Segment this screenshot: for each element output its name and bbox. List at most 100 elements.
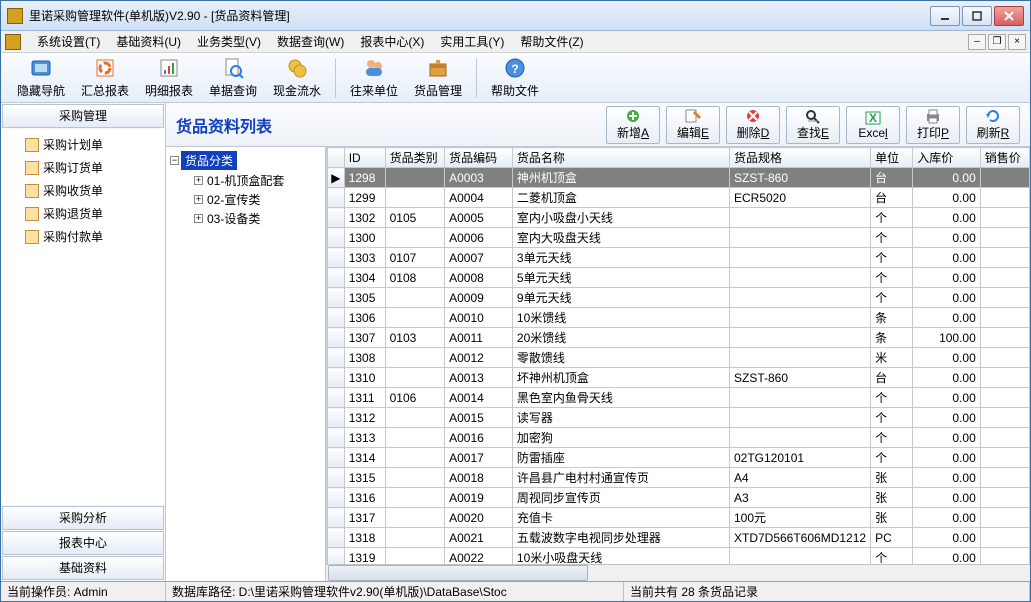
minimize-button[interactable] xyxy=(930,6,960,26)
bill-query-icon xyxy=(221,56,245,80)
find-button[interactable]: 查找E xyxy=(786,106,840,144)
tree-expand-icon[interactable]: + xyxy=(194,214,203,223)
toolbar-detail-report-button[interactable]: 明细报表 xyxy=(137,55,201,101)
document-icon xyxy=(25,207,39,221)
print-icon xyxy=(924,108,942,124)
refresh-icon xyxy=(984,108,1002,124)
column-header[interactable]: 货品编码 xyxy=(445,148,513,168)
column-header[interactable]: ID xyxy=(344,148,385,168)
toolbar-summary-report-button[interactable]: 汇总报表 xyxy=(73,55,137,101)
toolbar-contact-unit-button[interactable]: 往来单位 xyxy=(342,55,406,101)
status-operator: 当前操作员: Admin xyxy=(1,582,166,601)
table-row[interactable]: 1308A0012零散馈线米0.00 xyxy=(328,348,1030,368)
close-button[interactable] xyxy=(994,6,1024,26)
menu-3[interactable]: 数据查询(W) xyxy=(269,31,352,52)
table-row[interactable]: 1300A0006室内大吸盘天线个0.00 xyxy=(328,228,1030,248)
table-row[interactable]: 1312A0015读写器个0.00 xyxy=(328,408,1030,428)
menu-5[interactable]: 实用工具(Y) xyxy=(432,31,512,52)
document-icon xyxy=(25,230,39,244)
menu-6[interactable]: 帮助文件(Z) xyxy=(512,31,591,52)
product-manage-icon xyxy=(426,56,450,80)
edit-icon xyxy=(684,108,702,124)
tree-root[interactable]: 货品分类 xyxy=(181,151,237,170)
table-row[interactable]: 13030107A00073单元天线个0.00 xyxy=(328,248,1030,268)
sidebar-section-0[interactable]: 采购分析 xyxy=(2,506,164,530)
sidebar-section-purchase[interactable]: 采购管理 xyxy=(2,104,164,128)
column-header[interactable]: 入库价 xyxy=(913,148,981,168)
table-row[interactable]: 1316A0019周视同步宣传页A3张0.00 xyxy=(328,488,1030,508)
toolbar-hide-nav-button[interactable]: 隐藏导航 xyxy=(9,55,73,101)
column-header[interactable]: 销售价 xyxy=(980,148,1029,168)
column-header[interactable]: 单位 xyxy=(871,148,913,168)
table-row[interactable]: 1305A00099单元天线个0.00 xyxy=(328,288,1030,308)
mdi-minimize-button[interactable]: – xyxy=(968,34,986,50)
table-row[interactable]: 1314A0017防雷插座02TG120101个0.00 xyxy=(328,448,1030,468)
svg-text:X: X xyxy=(869,111,877,125)
table-row[interactable]: 13070103A001120米馈线条100.00 xyxy=(328,328,1030,348)
table-row[interactable]: 1319A002210米小吸盘天线个0.00 xyxy=(328,548,1030,565)
detail-report-icon xyxy=(157,56,181,80)
sidebar-section-2[interactable]: 基础资料 xyxy=(2,556,164,580)
window-title: 里诺采购管理软件(单机版)V2.90 - [货品资料管理] xyxy=(29,7,930,24)
menu-0[interactable]: 系统设置(T) xyxy=(29,31,108,52)
column-header[interactable]: 货品规格 xyxy=(729,148,870,168)
column-header[interactable]: 货品名称 xyxy=(512,148,729,168)
column-header[interactable]: 货品类别 xyxy=(385,148,444,168)
table-row[interactable]: 1318A0021五载波数字电视同步处理器XTD7D566T606MD1212P… xyxy=(328,528,1030,548)
action-toolbar: 新增A编辑E删除D查找EXExcel打印P刷新R xyxy=(606,106,1020,144)
tree-node-0[interactable]: +01-机顶盒配套 xyxy=(170,172,321,189)
table-row[interactable]: 1306A001010米馈线条0.00 xyxy=(328,308,1030,328)
refresh-button[interactable]: 刷新R xyxy=(966,106,1020,144)
edit-button[interactable]: 编辑E xyxy=(666,106,720,144)
data-grid[interactable]: ID货品类别货品编码货品名称货品规格单位入库价销售价▶1298A0003神州机顶… xyxy=(326,147,1030,564)
sidebar-item-2[interactable]: 采购收货单 xyxy=(1,179,165,202)
sidebar-list: 采购计划单采购订货单采购收货单采购退货单采购付款单 xyxy=(1,129,165,505)
main-window: 里诺采购管理软件(单机版)V2.90 - [货品资料管理] 系统设置(T)基础资… xyxy=(0,0,1031,602)
table-row[interactable]: 1313A0016加密狗个0.00 xyxy=(328,428,1030,448)
table-row[interactable]: 1315A0018许昌县广电村村通宣传页A4张0.00 xyxy=(328,468,1030,488)
table-row[interactable]: 1299A0004二菱机顶盒ECR5020台0.00 xyxy=(328,188,1030,208)
menu-1[interactable]: 基础资料(U) xyxy=(108,31,189,52)
sidebar-item-3[interactable]: 采购退货单 xyxy=(1,202,165,225)
sidebar-item-1[interactable]: 采购订货单 xyxy=(1,156,165,179)
toolbar-product-manage-button[interactable]: 货品管理 xyxy=(406,55,470,101)
menu-4[interactable]: 报表中心(X) xyxy=(352,31,432,52)
sidebar-item-0[interactable]: 采购计划单 xyxy=(1,133,165,156)
scrollbar-thumb[interactable] xyxy=(328,565,588,581)
toolbar-cash-flow-button[interactable]: 现金流水 xyxy=(265,55,329,101)
maximize-button[interactable] xyxy=(962,6,992,26)
table-row[interactable]: 13020105A0005室内小吸盘小天线个0.00 xyxy=(328,208,1030,228)
table-row[interactable]: ▶1298A0003神州机顶盒SZST-860台0.00 xyxy=(328,168,1030,188)
mdi-restore-button[interactable]: ❐ xyxy=(988,34,1006,50)
grid-pane: ID货品类别货品编码货品名称货品规格单位入库价销售价▶1298A0003神州机顶… xyxy=(326,147,1030,581)
sidebar-item-4[interactable]: 采购付款单 xyxy=(1,225,165,248)
print-button[interactable]: 打印P xyxy=(906,106,960,144)
tree-expand-icon[interactable]: + xyxy=(194,195,203,204)
main-area: 货品资料列表 新增A编辑E删除D查找EXExcel打印P刷新R − 货品分类 +… xyxy=(166,103,1030,581)
tree-node-2[interactable]: +03-设备类 xyxy=(170,210,321,227)
delete-icon xyxy=(744,108,762,124)
horizontal-scrollbar[interactable] xyxy=(326,564,1030,581)
page-title: 货品资料列表 xyxy=(176,113,272,137)
tree-expand-icon[interactable]: + xyxy=(194,176,203,185)
menu-2[interactable]: 业务类型(V) xyxy=(189,31,269,52)
tree-collapse-icon[interactable]: − xyxy=(170,156,179,165)
status-dbpath: 数据库路径: D:\里诺采购管理软件v2.90(单机版)\DataBase\St… xyxy=(166,582,624,601)
add-button[interactable]: 新增A xyxy=(606,106,660,144)
document-icon xyxy=(25,138,39,152)
table-row[interactable]: 1317A0020充值卡100元张0.00 xyxy=(328,508,1030,528)
sidebar: 采购管理 采购计划单采购订货单采购收货单采购退货单采购付款单 采购分析报表中心基… xyxy=(1,103,166,581)
excel-button[interactable]: XExcel xyxy=(846,106,900,144)
summary-report-icon xyxy=(93,56,117,80)
sidebar-section-1[interactable]: 报表中心 xyxy=(2,531,164,555)
tree-node-1[interactable]: +02-宣传类 xyxy=(170,191,321,208)
svg-text:?: ? xyxy=(511,62,518,76)
toolbar-help-file-button[interactable]: ?帮助文件 xyxy=(483,55,547,101)
table-row[interactable]: 13040108A00085单元天线个0.00 xyxy=(328,268,1030,288)
contact-unit-icon xyxy=(362,56,386,80)
mdi-close-button[interactable]: × xyxy=(1008,34,1026,50)
table-row[interactable]: 1310A0013坏神州机顶盒SZST-860台0.00 xyxy=(328,368,1030,388)
toolbar-bill-query-button[interactable]: 单据查询 xyxy=(201,55,265,101)
delete-button[interactable]: 删除D xyxy=(726,106,780,144)
table-row[interactable]: 13110106A0014黑色室内鱼骨天线个0.00 xyxy=(328,388,1030,408)
